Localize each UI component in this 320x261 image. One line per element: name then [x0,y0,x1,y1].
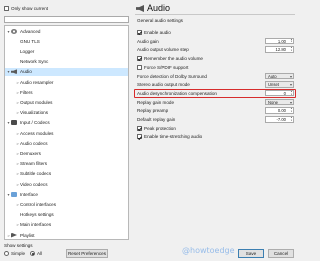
tree-item-label: Main interfaces [20,222,52,228]
tree-item-audio-resampler[interactable]: > Audio resampler [5,78,128,86]
default-replay-gain-spinbox[interactable]: -7.00 [265,116,294,123]
tree-item-label: Logger [20,48,35,54]
tree-item-label: Interface [20,191,38,197]
show-settings-radio-group: Simple All [4,251,42,256]
title-divider [135,14,295,15]
remember-the-audio-volume-label: Remember the audio volume [144,56,203,62]
all-radio[interactable] [30,251,36,256]
audio-gain-spinbox[interactable]: 1.00 [265,37,294,45]
all-radio-label: All [37,251,43,256]
tree-item-label: Input / Codecs [20,120,50,126]
reset-preferences-button[interactable]: Reset Preferences [66,249,108,258]
play-icon [11,232,17,238]
tree-item-output-modules[interactable]: > Output modules [5,98,128,106]
tree-item-access-modules[interactable]: > Access modules [5,129,128,137]
tree-item-input-codecs[interactable]: ▾ Input / Codecs [5,119,128,127]
watermark-logo: @howtoedge [182,246,235,255]
speaker-icon [136,5,144,12]
highlight-annotation-box [134,88,296,98]
page-title: Audio [147,3,171,13]
settings-tree[interactable]: ▾ Advanced GNU TLS Logger Network Sync ▾ Audio… [4,25,129,240]
stereo-audio-output-mode-dropdown[interactable]: Unset [265,81,294,88]
setting-remember-the-audio-volume: Remember the audio volume [137,55,296,62]
cancel-button[interactable]: Cancel [268,249,294,258]
tree-item-label: Advanced [20,28,41,34]
speaker-icon [11,69,17,75]
tree-item-main-interfaces[interactable]: > Main interfaces [5,221,128,229]
settings-search-input[interactable] [4,16,129,23]
replay-gain-mode-dropdown[interactable]: None [265,98,294,106]
tree-item-label: Network Sync [20,59,49,65]
tree-item-label: Audio [20,69,32,75]
only-show-current-label: Only show current [11,6,49,11]
save-button[interactable]: Save [238,249,264,258]
setting-enable-audio: Enable audio [137,29,296,36]
tree-item-label: Output modules [20,99,53,105]
iface-icon [11,191,17,197]
peak-protection-label: Peak protection [144,125,176,131]
tree-item-label: Access modules [20,130,54,136]
enable-time-stretching-audio-label: Enable time-stretching audio [144,134,203,140]
tree-item-visualizations[interactable]: > Visualizations [5,109,128,117]
remember-the-audio-volume-checkbox[interactable] [137,56,142,62]
tree-item-label: Hotkeys settings [20,212,54,218]
tree-item-audio-codecs[interactable]: > Audio codecs [5,139,128,147]
input-icon [11,120,17,126]
setting-stereo-audio-output-mode: Stereo audio output mode Unset [137,81,296,88]
simple-radio[interactable] [4,251,9,256]
setting-default-replay-gain: Default replay gain -7.00 [137,116,296,123]
only-show-current-checkbox[interactable] [4,6,9,11]
tree-item-label: Audio codecs [20,140,48,146]
tree-item-demuxers[interactable]: > Demuxers [5,149,128,157]
tree-item-video-codecs[interactable]: > Video codecs [5,180,128,188]
chevron-right-icon[interactable]: > [6,233,11,238]
tree-item-audio[interactable]: ▾ Audio [5,67,128,76]
force-s-pdif-support-checkbox[interactable] [137,64,142,70]
tree-item-label: Playlist [20,232,35,238]
gear-icon [11,28,17,34]
tree-item-label: Control interfaces [20,201,57,207]
tree-item-network-sync[interactable]: Network Sync [5,58,128,66]
enable-time-stretching-audio-checkbox[interactable] [137,134,142,140]
tree-item-label: Audio resampler [20,79,54,85]
audio-output-volume-step-spinbox[interactable]: 12.80 [265,46,294,53]
tree-item-label: Subtitle codecs [20,171,52,177]
tree-item-gnu-tls[interactable]: GNU TLS [5,37,128,45]
tree-item-advanced[interactable]: ▾ Advanced [5,27,128,35]
tree-item-logger[interactable]: Logger [5,47,128,55]
setting-audio-gain: Audio gain 1.00 [137,37,296,45]
setting-replay-gain-mode: Replay gain mode None [137,98,296,106]
setting-enable-time-stretching-audio: Enable time-stretching audio [137,133,296,140]
tree-item-interface[interactable]: ▾ Interface [5,190,128,198]
setting-force-detection-of-dolby-surround: Force detection of Dolby Surround Auto [137,72,296,80]
tree-item-label: Demuxers [20,150,41,156]
simple-radio-label: Simple [11,251,26,256]
setting-replay-preamp: Replay preamp 0.00 [137,107,296,114]
tree-item-control-interfaces[interactable]: > Control interfaces [5,200,128,208]
setting-peak-protection: Peak protection [137,125,296,132]
tree-item-hotkeys-settings[interactable]: Hotkeys settings [5,211,128,219]
setting-force-s-pdif-support: Force S/PDIF support [137,64,296,71]
tree-item-stream-filters[interactable]: > Stream filters [5,160,128,168]
tree-item-label: Stream filters [20,161,48,167]
section-heading: General audio settings [137,18,183,23]
chevron-down-icon[interactable]: ▾ [6,69,11,74]
tree-item-filters[interactable]: > Filters [5,88,128,96]
setting-audio-output-volume-step: Audio output volume step 12.80 [137,46,296,53]
show-settings-label: Show settings [4,243,33,248]
tree-item-label: Video codecs [20,181,48,187]
enable-audio-label: Enable audio [144,30,171,35]
tree-item-subtitle-codecs[interactable]: > Subtitle codecs [5,170,128,178]
tree-item-label: Visualizations [20,110,49,116]
replay-preamp-spinbox[interactable]: 0.00 [265,107,294,114]
tree-item-playlist[interactable]: > Playlist [5,231,128,239]
tree-item-label: Filters [20,89,33,95]
force-detection-of-dolby-surround-dropdown[interactable]: Auto [265,72,294,79]
tree-item-label: GNU TLS [20,38,40,44]
enable-audio-checkbox[interactable] [137,30,142,35]
force-s-pdif-support-label: Force S/PDIF support [144,64,189,70]
only-show-current-option[interactable]: Only show current [4,6,48,11]
peak-protection-checkbox[interactable] [137,125,142,131]
